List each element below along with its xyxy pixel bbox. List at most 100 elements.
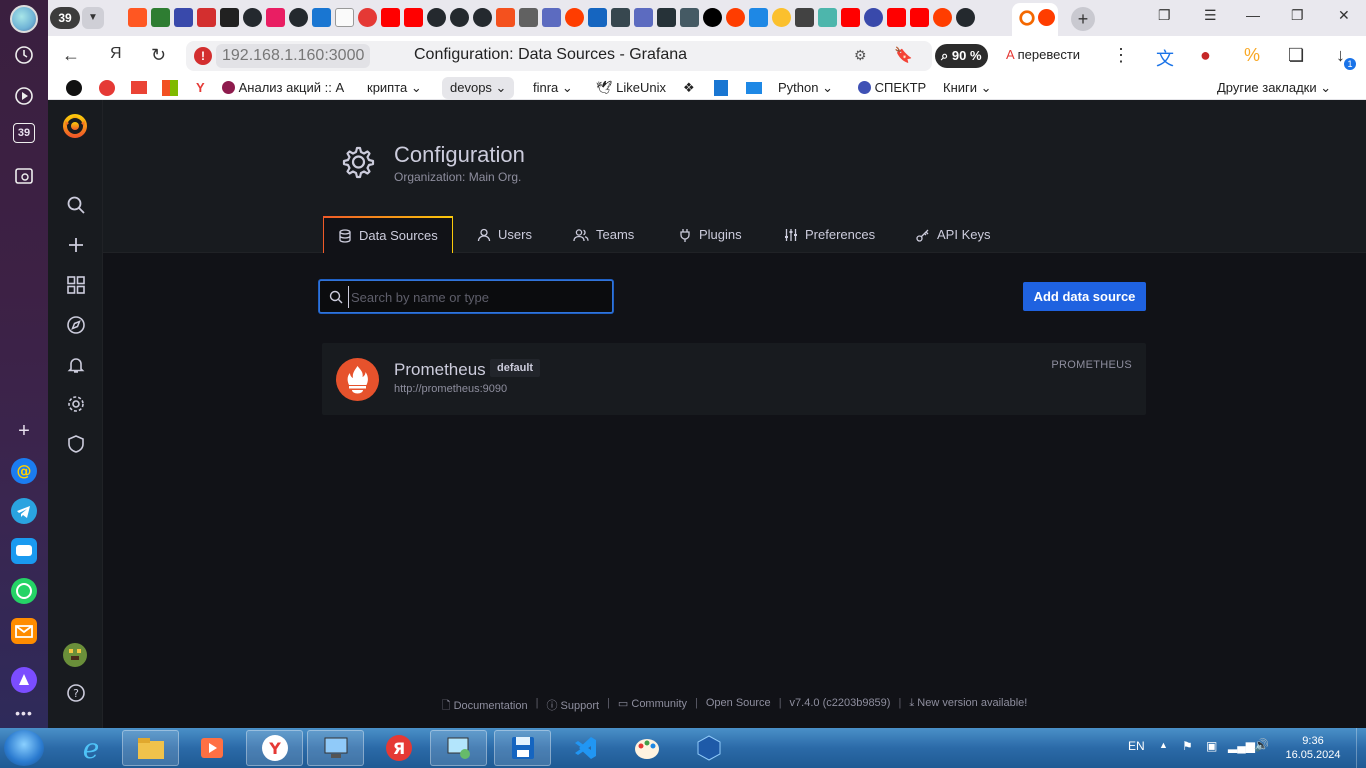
alice-logo[interactable] — [10, 5, 38, 33]
bookmark-favicon[interactable]: ❖ — [683, 80, 695, 96]
volume-icon[interactable]: 🔊 — [1254, 738, 1269, 752]
chevron-down-icon[interactable]: ▼ — [82, 7, 104, 29]
back-button[interactable]: ← — [62, 45, 80, 66]
bookmark-icon[interactable]: 🔖 — [894, 46, 913, 64]
footer-open-source-link[interactable]: Open Source — [706, 697, 771, 716]
bookmark-folder-books[interactable]: Книги ⌄ — [943, 80, 992, 96]
flag-icon[interactable]: ⚑ — [1182, 739, 1193, 753]
site-settings-icon[interactable]: ⚙ — [854, 47, 867, 64]
create-icon[interactable] — [65, 234, 87, 256]
tab-counter-side[interactable]: 39 — [13, 123, 35, 143]
tab-users[interactable]: Users — [463, 216, 546, 253]
tab-count-badge[interactable]: 39 — [50, 7, 80, 29]
telegram-icon[interactable] — [11, 498, 37, 524]
ie-icon[interactable]: e — [62, 730, 119, 766]
close-button[interactable]: ✕ — [1338, 7, 1350, 24]
whatsapp-icon[interactable] — [11, 578, 37, 604]
history-icon[interactable] — [11, 42, 37, 68]
tabs-panel-icon[interactable]: ❐ — [1158, 7, 1171, 24]
network-app-icon[interactable] — [430, 730, 487, 766]
yandex-button[interactable]: Я — [110, 45, 122, 63]
gmail-icon[interactable] — [131, 81, 147, 94]
tab-favicon[interactable] — [634, 8, 653, 27]
github-icon[interactable] — [956, 8, 975, 27]
tab-data-sources[interactable]: Data Sources — [323, 216, 453, 253]
messenger-icon[interactable] — [11, 538, 37, 564]
github-icon[interactable] — [243, 8, 262, 27]
tab-favicon[interactable] — [749, 8, 768, 27]
media-player-icon[interactable] — [183, 730, 240, 766]
start-button[interactable] — [4, 730, 44, 766]
github-icon[interactable] — [289, 8, 308, 27]
bookmark-analysis[interactable]: Анализ акций :: А — [222, 80, 344, 95]
search-icon[interactable] — [65, 194, 87, 216]
bookmark-folder-finra[interactable]: finra ⌄ — [533, 80, 573, 96]
bookmark-favicon[interactable] — [66, 80, 82, 96]
datasource-card[interactable]: Prometheus default http://prometheus:909… — [322, 343, 1146, 415]
github-icon[interactable] — [450, 8, 469, 27]
percent-extension-icon[interactable]: % — [1244, 45, 1260, 66]
more-icon[interactable]: ••• — [11, 700, 37, 726]
dashboards-icon[interactable] — [65, 274, 87, 296]
help-icon[interactable]: ? — [65, 682, 87, 704]
extension-icon[interactable]: ● — [1200, 45, 1211, 66]
show-desktop-button[interactable] — [1356, 728, 1366, 768]
search-input[interactable] — [348, 286, 598, 308]
tab-favicon[interactable] — [795, 8, 814, 27]
document-icon[interactable] — [714, 80, 728, 96]
youtube-icon[interactable] — [404, 8, 423, 27]
extensions-icon[interactable]: ❏ — [1288, 45, 1304, 66]
usb-icon[interactable]: ▣ — [1206, 739, 1217, 753]
add-data-source-button[interactable]: Add data source — [1023, 282, 1146, 311]
tab-plugins[interactable]: Plugins — [664, 216, 756, 253]
translate-button[interactable]: A перевести — [1006, 47, 1080, 62]
explorer-icon[interactable] — [122, 730, 179, 766]
vscode-icon[interactable] — [556, 730, 613, 766]
yandex-icon[interactable] — [726, 8, 745, 27]
menu-icon[interactable]: ☰ — [1204, 7, 1217, 24]
tab-favicon[interactable] — [151, 8, 170, 27]
save-icon[interactable] — [494, 730, 551, 766]
github-icon[interactable] — [427, 8, 446, 27]
add-icon[interactable]: + — [11, 418, 37, 444]
github-icon[interactable] — [473, 8, 492, 27]
bookmark-likeunix[interactable]: 🕊 LikeUnix — [596, 80, 666, 96]
url-field[interactable]: ! 192.168.1.160:3000 Configuration: Data… — [186, 41, 932, 71]
tab-favicon[interactable] — [703, 8, 722, 27]
bookmark-favicon[interactable] — [99, 80, 115, 96]
reload-button[interactable]: ↻ — [151, 45, 166, 66]
network-icon[interactable]: ▂▄▆ — [1228, 739, 1255, 753]
youtube-icon[interactable] — [381, 8, 400, 27]
more-vertical-icon[interactable]: ⋮ — [1112, 45, 1130, 66]
paint-icon[interactable] — [618, 730, 675, 766]
bell-icon[interactable] — [65, 354, 87, 376]
mail-icon[interactable] — [11, 618, 37, 644]
yandex-icon[interactable] — [933, 8, 952, 27]
tab-teams[interactable]: Teams — [559, 216, 648, 253]
tab-api-keys[interactable]: API Keys — [902, 216, 1004, 253]
microsoft-icon[interactable] — [162, 80, 178, 96]
tab-favicon[interactable] — [312, 8, 331, 27]
yandex-icon[interactable] — [565, 8, 584, 27]
footer-new-version-link[interactable]: ⤓ New version available! — [909, 697, 1027, 716]
new-tab-button[interactable]: + — [1071, 7, 1095, 31]
yandex-browser-icon[interactable]: Y — [246, 730, 303, 766]
youtube-icon[interactable] — [841, 8, 860, 27]
tray-expand-icon[interactable]: ▲ — [1159, 740, 1168, 750]
bookmark-folder-devops[interactable]: devops ⌄ — [442, 77, 515, 99]
document-icon[interactable] — [335, 8, 354, 27]
avatar[interactable] — [63, 643, 87, 667]
zoom-indicator[interactable]: ⌕ 90 % — [935, 44, 988, 68]
mail-app-icon[interactable]: @ — [11, 458, 37, 484]
youtube-icon[interactable] — [910, 8, 929, 27]
tab-favicon[interactable] — [611, 8, 630, 27]
footer-documentation-link[interactable]: 🗋 Documentation — [442, 697, 528, 716]
tab-favicon[interactable] — [680, 8, 699, 27]
explore-icon[interactable] — [65, 314, 87, 336]
bookmark-spektr[interactable]: СПЕКТР — [858, 80, 926, 95]
bookmark-folder-python[interactable]: Python ⌄ — [778, 80, 833, 96]
remote-desktop-icon[interactable] — [307, 730, 364, 766]
tab-favicon[interactable] — [197, 8, 216, 27]
virtualbox-icon[interactable] — [680, 730, 737, 766]
translate-extension-icon[interactable]: 文 — [1156, 45, 1174, 71]
